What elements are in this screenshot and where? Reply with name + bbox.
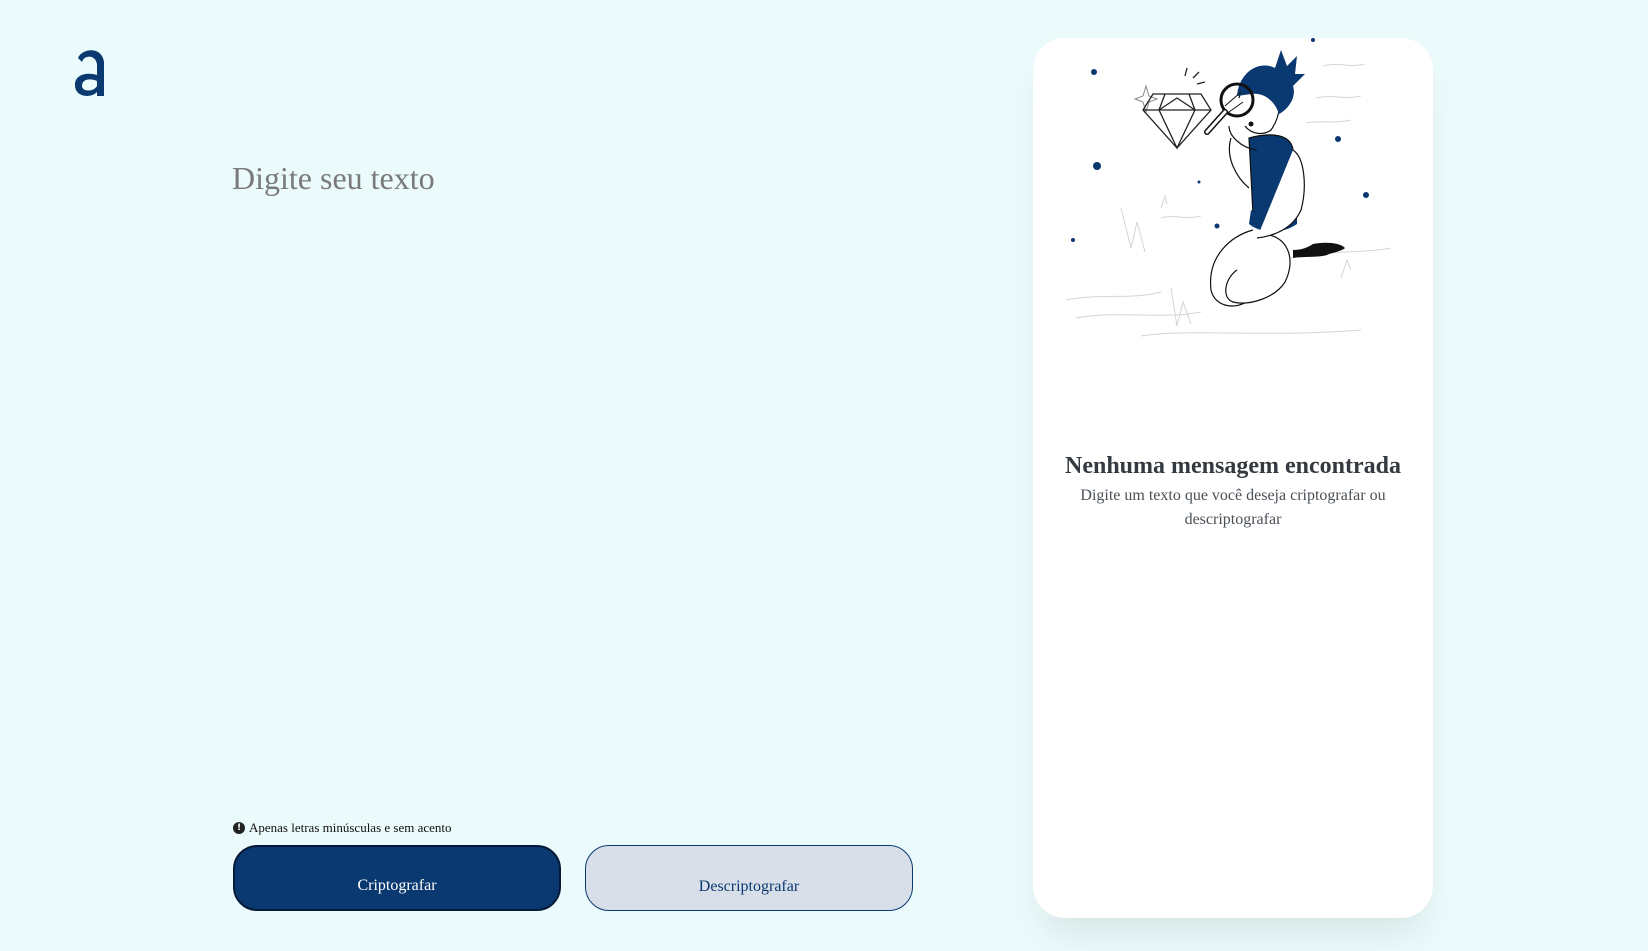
hint: ! Apenas letras minúsculas e sem acento [233, 820, 452, 836]
hint-text: Apenas letras minúsculas e sem acento [249, 820, 452, 835]
encrypt-button-label: Criptografar [357, 877, 437, 894]
info-icon: ! [233, 822, 245, 834]
empty-state-subtitle: Digite um texto que você deseja criptogr… [1080, 487, 1386, 528]
person-with-magnifier-illustration [1065, 38, 1392, 337]
encrypt-button[interactable]: Criptografar [233, 845, 561, 911]
decrypt-button[interactable]: Descriptografar [585, 845, 913, 911]
text-input[interactable] [232, 160, 912, 780]
alura-logo [74, 50, 104, 96]
empty-state-title: Nenhuma mensagem encontrada [1065, 453, 1401, 479]
output-panel: Nenhuma mensagem encontrada Digite um te… [1033, 38, 1433, 918]
decrypt-button-label: Descriptografar [698, 878, 800, 895]
